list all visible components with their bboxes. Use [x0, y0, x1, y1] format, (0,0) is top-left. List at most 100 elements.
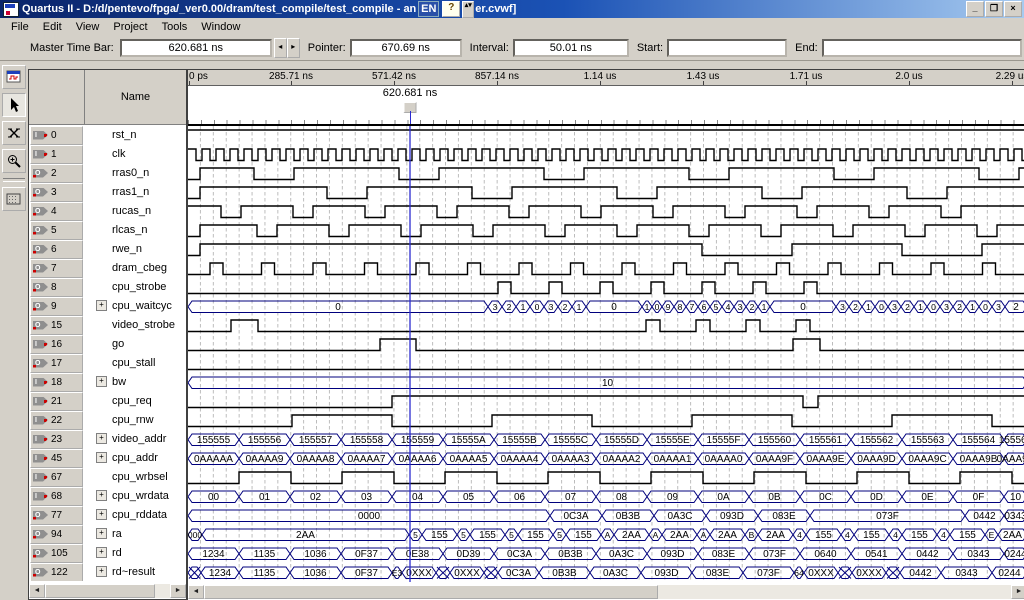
signal-name-cell[interactable]: +cpu_rddata [83, 505, 186, 524]
signal-id-button[interactable]: I18 [30, 373, 83, 392]
expander-icon[interactable]: + [96, 566, 107, 577]
signal-row-video_addr[interactable]: I23+video_addr [29, 429, 186, 448]
signal-name-cell[interactable]: +go [83, 334, 186, 353]
edit-tool-button[interactable] [2, 121, 26, 145]
signal-id-button[interactable]: I23 [30, 430, 83, 449]
signal-name-cell[interactable]: +clk [83, 144, 186, 163]
signal-id-button[interactable]: I1 [30, 145, 83, 164]
signal-name-cell[interactable]: +rras1_n [83, 182, 186, 201]
signal-row-cpu_rddata[interactable]: O77+cpu_rddata [29, 505, 186, 524]
signal-id-button[interactable]: O15 [30, 316, 83, 335]
scroll-left-button[interactable]: ◄ [188, 585, 204, 599]
signal-row-cpu_strobe[interactable]: O8+cpu_strobe [29, 277, 186, 296]
signal-row-cpu_rnw[interactable]: I22+cpu_rnw [29, 410, 186, 429]
signal-name-cell[interactable]: +rucas_n [83, 201, 186, 220]
signal-name-cell[interactable]: +cpu_strobe [83, 277, 186, 296]
signal-row-rwe_n[interactable]: O6+rwe_n [29, 239, 186, 258]
signal-row-cpu_wrdata[interactable]: I68+cpu_wrdata [29, 486, 186, 505]
menu-view[interactable]: View [69, 19, 107, 35]
signal-row-rlcas_n[interactable]: O5+rlcas_n [29, 220, 186, 239]
scroll-right-button[interactable]: ► [1011, 585, 1024, 599]
signal-id-button[interactable]: O4 [30, 202, 83, 221]
signal-id-button[interactable]: I45 [30, 449, 83, 468]
signal-id-button[interactable]: I16 [30, 335, 83, 354]
expander-icon[interactable]: + [96, 547, 107, 558]
expander-icon[interactable]: + [96, 433, 107, 444]
scroll-thumb[interactable] [204, 585, 658, 599]
signal-row-ra[interactable]: O94+ra [29, 524, 186, 543]
signal-row-cpu_addr[interactable]: I45+cpu_addr [29, 448, 186, 467]
signal-id-button[interactable]: O7 [30, 259, 83, 278]
signal-id-button[interactable]: O105 [30, 544, 83, 563]
signal-name-cell[interactable]: +ra [83, 524, 186, 543]
selection-tool-button[interactable] [2, 93, 26, 117]
signal-row-cpu_wrbsel[interactable]: I67+cpu_wrbsel [29, 467, 186, 486]
expander-icon[interactable]: + [96, 452, 107, 463]
expander-icon[interactable]: + [96, 509, 107, 520]
menu-edit[interactable]: Edit [36, 19, 69, 35]
menu-project[interactable]: Project [106, 19, 154, 35]
signal-id-button[interactable]: I67 [30, 468, 83, 487]
expander-icon[interactable]: + [96, 300, 107, 311]
signal-id-button[interactable]: O77 [30, 506, 83, 525]
signal-row-cpu_req[interactable]: I21+cpu_req [29, 391, 186, 410]
signal-name-cell[interactable]: +cpu_req [83, 391, 186, 410]
signal-id-button[interactable]: O94 [30, 525, 83, 544]
signal-row-dram_cbeg[interactable]: O7+dram_cbeg [29, 258, 186, 277]
scroll-track[interactable] [155, 584, 170, 598]
waveform-scrollbar[interactable]: ◄ ► [188, 585, 1024, 599]
signal-name-cell[interactable]: +bw [83, 372, 186, 391]
signal-id-button[interactable]: I22 [30, 411, 83, 430]
waveform-display[interactable]: 0321032101098765432103210321032103210155… [188, 126, 1024, 582]
language-help-icon[interactable]: ? [442, 1, 460, 17]
expander-icon[interactable]: + [96, 528, 107, 539]
fullscreen-button[interactable] [2, 187, 26, 211]
minimize-button[interactable]: _ [966, 1, 984, 17]
signal-name-cell[interactable]: +cpu_wrdata [83, 486, 186, 505]
spin-right-button[interactable]: ▸ [287, 38, 300, 58]
signal-name-cell[interactable]: +video_addr [83, 429, 186, 448]
signal-id-button[interactable]: O6 [30, 240, 83, 259]
scroll-right-button[interactable]: ► [170, 584, 186, 598]
start-field[interactable] [667, 39, 787, 57]
signal-id-button[interactable]: I68 [30, 487, 83, 506]
signal-row-go[interactable]: I16+go [29, 334, 186, 353]
waveform-svg[interactable]: 0321032101098765432103210321032103210155… [188, 126, 1024, 582]
signal-row-rucas_n[interactable]: O4+rucas_n [29, 201, 186, 220]
signal-name-cell[interactable]: +cpu_wrbsel [83, 467, 186, 486]
scroll-thumb[interactable] [45, 584, 155, 598]
signal-name-cell[interactable]: +cpu_addr [83, 448, 186, 467]
signal-id-button[interactable]: O17 [30, 354, 83, 373]
language-options-icon[interactable]: ▴▾ [462, 1, 474, 18]
end-field[interactable] [822, 39, 1022, 57]
signal-id-button[interactable]: O5 [30, 221, 83, 240]
language-badge[interactable]: EN [418, 1, 439, 17]
signal-row-bw[interactable]: I18+bw [29, 372, 186, 391]
signal-name-cell[interactable]: +cpu_stall [83, 353, 186, 372]
signal-name-cell[interactable]: +cpu_waitcyc [83, 296, 186, 315]
signal-row-cpu_stall[interactable]: O17+cpu_stall [29, 353, 186, 372]
signal-id-button[interactable]: I21 [30, 392, 83, 411]
close-button[interactable]: × [1004, 1, 1022, 17]
signal-name-cell[interactable]: +rlcas_n [83, 220, 186, 239]
signal-name-cell[interactable]: +rst_n [83, 125, 186, 144]
restore-button[interactable]: ❐ [985, 1, 1003, 17]
menu-tools[interactable]: Tools [155, 19, 195, 35]
signal-row-rd~result[interactable]: O122+rd~result [29, 562, 186, 581]
scroll-left-button[interactable]: ◄ [29, 584, 45, 598]
menu-window[interactable]: Window [194, 19, 247, 35]
expander-icon[interactable]: + [96, 490, 107, 501]
master-time-bar-field[interactable]: 620.681 ns [120, 39, 272, 57]
signal-id-button[interactable]: O8 [30, 278, 83, 297]
signal-row-clk[interactable]: I1+clk [29, 144, 186, 163]
signal-id-button[interactable]: O9 [30, 297, 83, 316]
wave-editor-button[interactable] [2, 65, 26, 89]
expander-icon[interactable]: + [96, 376, 107, 387]
signal-id-button[interactable]: O2 [30, 164, 83, 183]
signal-row-cpu_waitcyc[interactable]: O9+cpu_waitcyc [29, 296, 186, 315]
menu-file[interactable]: File [4, 19, 36, 35]
timeline-ruler[interactable]: 0 ps285.71 ns571.42 ns857.14 ns1.14 us1.… [188, 70, 1024, 86]
signal-id-button[interactable]: O122 [30, 563, 83, 582]
time-bar-band[interactable]: 620.681 ns [188, 86, 1024, 126]
signal-name-cell[interactable]: +dram_cbeg [83, 258, 186, 277]
